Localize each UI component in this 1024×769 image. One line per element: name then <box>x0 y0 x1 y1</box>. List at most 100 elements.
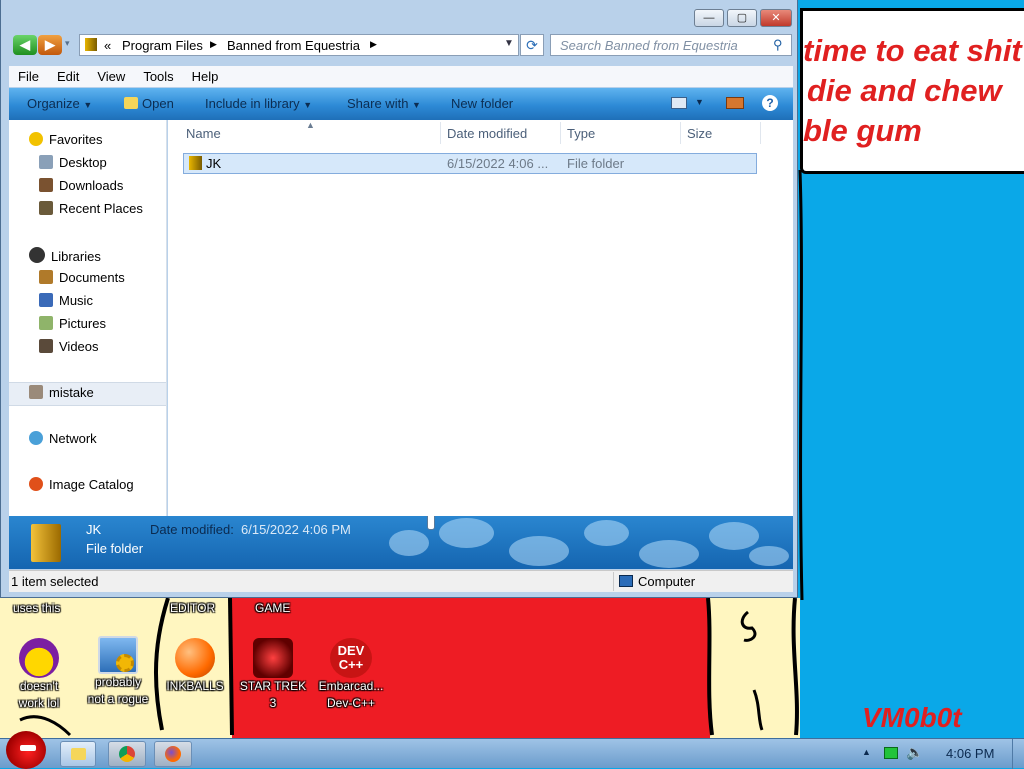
nav-image-catalog[interactable]: Image Catalog <box>29 477 134 497</box>
nav-documents[interactable]: Documents <box>39 270 125 290</box>
menu-tools[interactable]: Tools <box>134 66 182 87</box>
status-bar: 1 item selected Computer <box>9 570 793 592</box>
column-header-date[interactable]: Date modified <box>447 126 527 141</box>
column-divider[interactable] <box>560 122 561 144</box>
nav-mistake[interactable]: mistake <box>29 385 94 405</box>
desktop-icon <box>39 155 53 169</box>
search-box[interactable]: Search Banned from Equestria ⚲ <box>550 34 792 56</box>
address-dropdown-icon[interactable]: ▼ <box>504 38 514 49</box>
menu-edit[interactable]: Edit <box>48 66 88 87</box>
refresh-button[interactable]: ⟳ <box>520 34 544 56</box>
file-type: File folder <box>567 156 625 171</box>
include-in-library-button[interactable]: Include in library ▼ <box>205 96 312 111</box>
yahoo-messenger-icon <box>19 638 59 678</box>
homegroup-icon <box>29 385 43 399</box>
nav-label: Documents <box>59 270 125 285</box>
taskbar: ▲ 🔈 4:06 PM <box>0 731 1024 769</box>
taskbar-chrome-button[interactable] <box>108 741 146 767</box>
nav-label: Downloads <box>59 178 124 193</box>
navigation-pane: Favorites Desktop Downloads Recent Place… <box>9 120 167 516</box>
taskbar-firefox-button[interactable] <box>154 741 192 767</box>
column-divider[interactable] <box>440 122 441 144</box>
address-overflow[interactable]: « <box>104 38 111 53</box>
details-date-value: 6/15/2022 4:06 PM <box>241 522 351 537</box>
breadcrumb-separator-icon[interactable]: ▶ <box>370 39 377 50</box>
folder-icon <box>85 38 97 51</box>
nav-desktop[interactable]: Desktop <box>39 155 107 175</box>
breadcrumb-separator-icon[interactable]: ▶ <box>210 39 217 50</box>
pane-resize-handle[interactable] <box>427 516 435 530</box>
column-header-name[interactable]: Name <box>186 126 221 141</box>
angry-bird-icon <box>20 745 36 751</box>
desktop-icon-probably[interactable]: probably not a rogue <box>80 636 156 708</box>
table-row[interactable]: JK 6/15/2022 4:06 ... File folder <box>183 153 757 174</box>
menu-view[interactable]: View <box>88 66 134 87</box>
new-folder-button[interactable]: New folder <box>451 96 513 111</box>
status-selected: 1 item selected <box>11 574 99 589</box>
nav-downloads[interactable]: Downloads <box>39 178 123 198</box>
breadcrumb-banned-from-equestria[interactable]: Banned from Equestria <box>227 38 360 53</box>
desktop-icon-star-trek[interactable]: STAR TREK 3 <box>239 638 307 712</box>
taskbar-clock[interactable]: 4:06 PM <box>946 746 994 761</box>
organize-button[interactable]: Organize ▼ <box>27 96 92 111</box>
nav-libraries[interactable]: Libraries <box>29 247 101 267</box>
nav-favorites[interactable]: Favorites <box>29 132 102 152</box>
nav-network[interactable]: Network <box>29 431 97 451</box>
star-icon <box>29 132 43 146</box>
network-status-icon[interactable] <box>884 747 898 759</box>
desktop-icon-label: work lol <box>18 696 60 710</box>
change-view-icon[interactable] <box>671 97 687 109</box>
music-icon <box>39 293 53 307</box>
breadcrumb-program-files[interactable]: Program Files <box>122 38 203 53</box>
desktop-icon-label: STAR TREK <box>239 679 307 693</box>
computer-icon <box>619 575 633 587</box>
libraries-icon <box>29 247 45 263</box>
nav-label: Image Catalog <box>49 477 134 492</box>
column-header-type[interactable]: Type <box>567 126 595 141</box>
show-hidden-icons-button[interactable]: ▲ <box>862 747 871 757</box>
desktop-icon-devcpp[interactable]: DEV C++ Embarcad... Dev-C++ <box>314 638 388 712</box>
column-divider[interactable] <box>680 122 681 144</box>
chevron-down-icon: ▼ <box>83 100 93 110</box>
preview-pane-icon[interactable] <box>726 97 744 109</box>
desktop-icon-inkballs[interactable]: INKBALLS <box>162 638 228 695</box>
start-button[interactable] <box>6 731 46 769</box>
menu-help[interactable]: Help <box>183 66 228 87</box>
share-with-button[interactable]: Share with ▼ <box>347 96 421 111</box>
maximize-button[interactable]: ▢ <box>727 9 757 27</box>
menu-file[interactable]: File <box>9 66 48 87</box>
open-button[interactable]: Open <box>124 96 174 111</box>
back-button[interactable]: ◀ <box>13 35 37 55</box>
nav-videos[interactable]: Videos <box>39 339 99 359</box>
help-icon[interactable]: ? <box>762 95 778 111</box>
nav-recent-places[interactable]: Recent Places <box>39 201 143 221</box>
taskbar-explorer-button[interactable] <box>60 741 96 767</box>
chevron-down-icon: ▼ <box>412 100 421 110</box>
show-desktop-button[interactable] <box>1012 739 1024 769</box>
volume-icon[interactable]: 🔈 <box>906 744 923 761</box>
chrome-icon <box>119 746 135 762</box>
search-icon[interactable]: ⚲ <box>773 37 783 53</box>
forward-arrow-icon: ▶ <box>45 37 55 52</box>
desktop-icon-yahoo[interactable]: doesn't work lol <box>6 638 72 712</box>
recent-pages-dropdown[interactable]: ▾ <box>65 38 70 49</box>
desktop-icon-label: doesn't <box>19 679 59 693</box>
back-arrow-icon: ◀ <box>20 37 30 52</box>
open-folder-icon <box>124 97 138 109</box>
decor-bubble <box>709 522 759 550</box>
close-button[interactable]: ✕ <box>760 9 792 27</box>
nav-label: Recent Places <box>59 201 143 216</box>
nav-label: Network <box>49 431 97 446</box>
nav-label: Desktop <box>59 155 107 170</box>
nav-music[interactable]: Music <box>39 293 93 313</box>
nav-label: Music <box>59 293 93 308</box>
nav-pictures[interactable]: Pictures <box>39 316 106 336</box>
nav-label: Favorites <box>49 132 103 147</box>
column-header-size[interactable]: Size <box>687 126 712 141</box>
minimize-button[interactable]: — <box>694 9 724 27</box>
forward-button[interactable]: ▶ <box>38 35 62 55</box>
address-bar[interactable]: « Program Files ▶ Banned from Equestria … <box>79 34 519 56</box>
chevron-down-icon[interactable]: ▼ <box>695 97 704 107</box>
column-divider[interactable] <box>760 122 761 144</box>
menu-bar: File Edit View Tools Help <box>9 66 793 87</box>
